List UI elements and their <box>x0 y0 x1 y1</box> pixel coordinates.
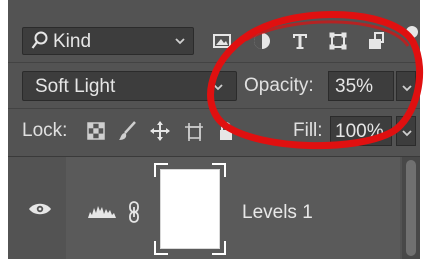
filter-kind-label: Kind <box>53 31 92 52</box>
adjustment-filter-icon[interactable] <box>252 31 272 51</box>
chevron-down-icon <box>175 38 185 45</box>
levels-adjustment-icon[interactable] <box>88 204 116 218</box>
link-icon[interactable] <box>128 201 140 223</box>
search-icon <box>31 31 48 49</box>
lock-label: Lock: <box>22 120 68 141</box>
layer-visibility-toggle[interactable] <box>8 157 67 259</box>
fill-input[interactable]: 100% <box>330 116 392 146</box>
shape-filter-icon[interactable] <box>328 31 348 51</box>
type-filter-icon[interactable] <box>290 31 310 51</box>
blend-mode-select[interactable]: Soft Light <box>22 71 237 101</box>
opacity-input[interactable]: 35% <box>328 71 394 101</box>
filter-kind-select[interactable]: Kind <box>22 27 194 55</box>
layers-panel: Kind Soft Light Opacity: 35% Lock: Fill:… <box>8 0 420 259</box>
layer-name[interactable]: Levels 1 <box>242 202 313 224</box>
fill-slider-button[interactable] <box>396 116 416 146</box>
lock-transparent-pixels-icon[interactable] <box>86 120 106 142</box>
opacity-label: Opacity: <box>244 75 314 96</box>
fill-label: Fill: <box>293 120 323 141</box>
filter-toggle-switch[interactable] <box>406 26 418 38</box>
chevron-down-icon <box>402 85 412 92</box>
opacity-value: 35% <box>335 76 374 97</box>
image-filter-icon[interactable] <box>212 31 232 51</box>
divider <box>8 108 420 109</box>
lock-all-icon[interactable] <box>216 120 236 142</box>
lock-image-pixels-icon[interactable] <box>118 120 138 142</box>
layer-content <box>66 157 400 259</box>
divider <box>8 62 420 63</box>
prevent-autonest-icon[interactable] <box>184 120 204 142</box>
layer-mask-thumbnail[interactable] <box>160 169 220 249</box>
chevron-down-icon <box>402 130 412 137</box>
blend-mode-value: Soft Light <box>35 76 116 97</box>
layer-row[interactable]: Levels 1 <box>8 157 420 259</box>
layer-filter-bar: Kind <box>8 0 420 62</box>
chevron-down-icon <box>213 84 223 91</box>
opacity-slider-button[interactable] <box>396 71 416 101</box>
fill-value: 100% <box>335 121 384 142</box>
smart-object-filter-icon[interactable] <box>366 31 386 51</box>
scrollbar-thumb[interactable] <box>406 160 416 256</box>
lock-position-icon[interactable] <box>150 120 170 142</box>
eye-icon <box>29 203 51 215</box>
